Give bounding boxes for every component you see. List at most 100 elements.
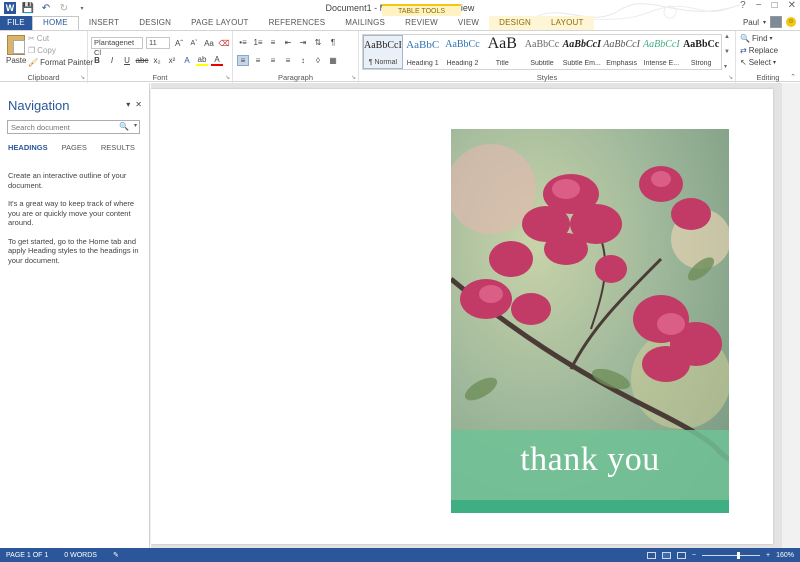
help-button[interactable]: ? [740,0,746,11]
read-mode-icon[interactable] [646,551,656,559]
shrink-font-icon[interactable]: Aˇ [188,38,200,49]
cut-button[interactable]: ✂ Cut [28,34,49,43]
page-count[interactable]: PAGE 1 OF 1 [6,552,48,559]
increase-indent-icon[interactable]: ⇥ [297,37,309,48]
bullets-icon[interactable]: •≡ [237,37,249,48]
tab-page-layout[interactable]: PAGE LAYOUT [181,16,258,30]
tab-design[interactable]: DESIGN [129,16,181,30]
avatar[interactable] [770,16,782,28]
tab-table-layout[interactable]: LAYOUT [541,16,594,30]
grow-font-icon[interactable]: Aˆ [173,38,185,49]
select-button[interactable]: ↖ Select ▾ [740,58,776,67]
user-name[interactable]: Paul [743,18,759,27]
tab-references[interactable]: REFERENCES [259,16,336,30]
font-color-icon[interactable]: A [211,55,223,66]
vertical-scrollbar[interactable] [782,83,800,548]
tab-home[interactable]: HOME [32,16,79,30]
zoom-out-icon[interactable]: − [692,552,696,559]
tab-headings[interactable]: HEADINGS [8,143,54,152]
justify-icon[interactable]: ≡ [282,55,294,66]
replace-button[interactable]: ⇄ Replace [740,46,778,55]
underline-icon[interactable]: U [121,55,133,66]
paste-button[interactable]: Paste [6,35,26,65]
style-subtle-emphasis[interactable]: AaBbCcI Subtle Em... [562,35,602,69]
show-marks-icon[interactable]: ¶ [327,37,339,48]
navigation-pane: Navigation ▾ ✕ Search document 🔍 ▾ HEADI… [0,83,150,548]
multilevel-list-icon[interactable]: ≡ [267,37,279,48]
close-pane-icon[interactable]: ✕ [135,100,142,109]
strikethrough-icon[interactable]: abc [136,55,149,66]
search-dropdown-icon[interactable]: ▾ [134,122,137,129]
web-layout-icon[interactable] [676,551,686,559]
thank-you-card[interactable]: thank you [451,129,729,513]
style-name: Subtle Em... [562,60,601,67]
paragraph-launcher-icon[interactable]: ↘ [351,74,356,81]
zoom-in-icon[interactable]: + [766,552,770,559]
find-button[interactable]: 🔍 Find ▾ [740,34,773,43]
tab-view[interactable]: VIEW [448,16,489,30]
clear-formatting-icon[interactable]: ⌫ [218,38,230,49]
style-heading-2[interactable]: AaBbCc Heading 2 [443,35,483,69]
style-normal[interactable]: AaBbCcI ¶ Normal [363,35,403,69]
search-icon[interactable]: 🔍 [119,122,129,131]
tab-file[interactable]: FILE [0,16,32,30]
tab-review[interactable]: REVIEW [395,16,448,30]
superscript-icon[interactable]: x² [166,55,178,66]
navigation-controls: ▾ ✕ [126,100,142,109]
font-launcher-icon[interactable]: ↘ [225,74,230,81]
style-strong[interactable]: AaBbCc Strong [681,35,721,69]
shading-icon[interactable]: ◊ [312,55,324,66]
user-dropdown-icon[interactable]: ▾ [763,19,766,26]
styles-launcher-icon[interactable]: ↘ [728,74,733,81]
style-intense-emphasis[interactable]: AaBbCcI Intense E... [641,35,681,69]
user-account[interactable]: Paul ▾ ☺ [743,16,796,28]
collapse-ribbon-icon[interactable]: ⌃ [790,73,796,81]
tab-pages[interactable]: PAGES [62,143,93,152]
zoom-level[interactable]: 160% [776,552,794,559]
styles-down-icon[interactable]: ▼ [724,49,732,55]
decrease-indent-icon[interactable]: ⇤ [282,37,294,48]
print-layout-icon[interactable] [661,551,671,559]
zoom-slider[interactable] [702,551,760,559]
tab-results[interactable]: RESULTS [101,143,141,152]
zoom-slider-thumb[interactable] [736,551,740,559]
search-document-input[interactable]: Search document 🔍 ▾ [7,120,140,134]
font-group: Plantagenet Cl 11 Aˆ Aˇ Aa ⌫ B I U abc x… [88,31,233,83]
highlight-icon[interactable]: ab [196,55,208,66]
styles-up-icon[interactable]: ▲ [724,34,732,40]
tab-insert[interactable]: INSERT [79,16,129,30]
font-size-dropdown[interactable]: 11 [146,37,170,49]
maximize-button[interactable]: □ [772,0,778,11]
copy-button[interactable]: ❐ Copy [28,46,56,55]
select-label: Select [748,58,771,67]
format-painter-button[interactable]: 🖌 Format Painter [28,58,93,67]
numbering-icon[interactable]: 1≡ [252,37,264,48]
style-subtitle[interactable]: AaBbCc Subtitle [522,35,562,69]
align-right-icon[interactable]: ≡ [267,55,279,66]
close-button[interactable]: ✕ [788,0,796,11]
align-center-icon[interactable]: ≡ [252,55,264,66]
subscript-icon[interactable]: x₂ [151,55,163,66]
pane-options-icon[interactable]: ▾ [126,100,130,109]
borders-icon[interactable]: ▦ [327,55,339,66]
bold-icon[interactable]: B [91,55,103,66]
sort-icon[interactable]: ⇅ [312,37,324,48]
document-page[interactable]: thank you [151,89,773,544]
proofing-icon[interactable]: ✎ [113,551,119,559]
change-case-icon[interactable]: Aa [203,38,215,49]
feedback-smile-icon[interactable]: ☺ [786,17,796,27]
text-effects-icon[interactable]: A [181,55,193,66]
styles-more-icon[interactable]: ▾ [724,63,732,70]
align-left-icon[interactable]: ≡ [237,55,249,66]
style-emphasis[interactable]: AaBbCcI Emphasis [602,35,642,69]
line-spacing-icon[interactable]: ↕ [297,55,309,66]
italic-icon[interactable]: I [106,55,118,66]
clipboard-launcher-icon[interactable]: ↘ [80,74,85,81]
minimize-button[interactable]: − [756,0,762,11]
word-count[interactable]: 0 WORDS [64,552,97,559]
style-heading-1[interactable]: AaBbC Heading 1 [403,35,443,69]
font-name-dropdown[interactable]: Plantagenet Cl [91,37,143,57]
tab-mailings[interactable]: MAILINGS [335,16,395,30]
style-title[interactable]: AaB Title [482,35,522,69]
tab-table-design[interactable]: DESIGN [489,16,541,30]
